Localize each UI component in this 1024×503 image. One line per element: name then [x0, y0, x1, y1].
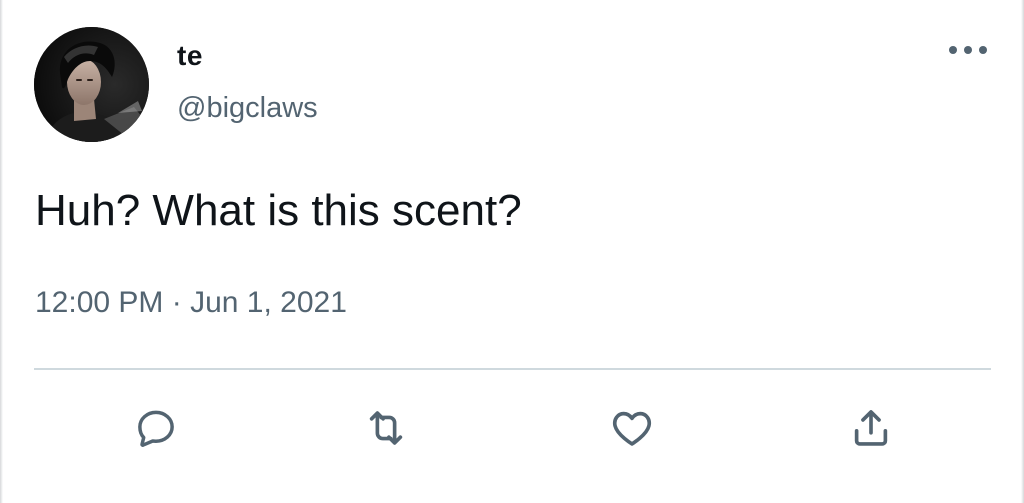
tweet-timestamp[interactable]: 12:00 PM · Jun 1, 2021: [35, 286, 347, 320]
divider: [34, 368, 991, 370]
tweet-text: Huh? What is this scent?: [35, 186, 522, 235]
user-handle[interactable]: @bigclaws: [177, 92, 318, 125]
tweet-time[interactable]: 12:00 PM: [35, 286, 163, 320]
timestamp-separator: ·: [163, 286, 191, 319]
reply-button[interactable]: [132, 404, 180, 452]
share-icon: [848, 405, 894, 451]
tweet-date[interactable]: Jun 1, 2021: [190, 286, 347, 320]
more-horizontal-icon[interactable]: [944, 38, 992, 62]
tweet-card: te @bigclaws Huh? What is this scent? 12…: [0, 0, 1024, 503]
retweet-button[interactable]: [362, 404, 410, 452]
heart-icon: [609, 405, 655, 451]
display-name[interactable]: te: [177, 40, 203, 72]
card-edge-left: [0, 0, 3, 503]
share-button[interactable]: [847, 404, 895, 452]
like-button[interactable]: [608, 404, 656, 452]
reply-icon: [134, 406, 178, 450]
avatar[interactable]: [34, 27, 149, 142]
retweet-icon: [363, 405, 409, 451]
